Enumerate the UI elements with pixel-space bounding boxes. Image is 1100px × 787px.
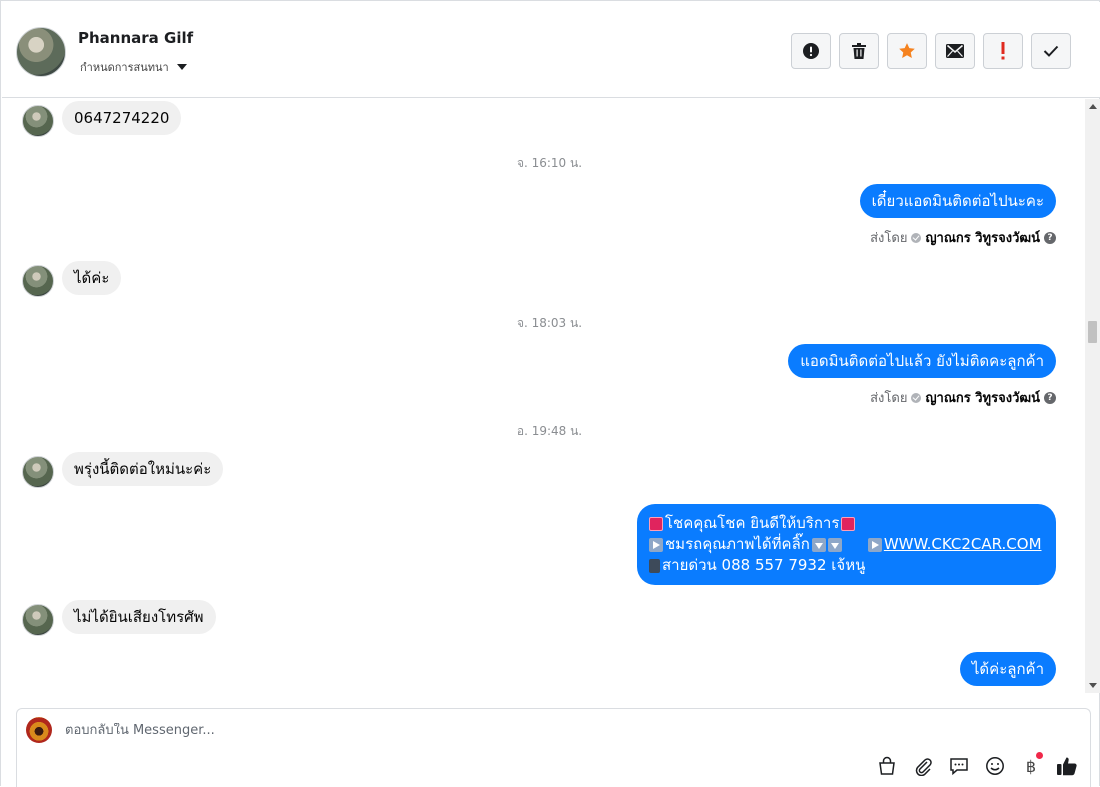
conversation-setting-dropdown[interactable]: กำหนดการสนทนา xyxy=(80,58,187,76)
payment-button[interactable]: ฿ xyxy=(1020,752,1043,777)
promo-text-2: ชมรถคุณภาพได้ที่คลิ๊ก xyxy=(665,535,810,553)
promo-text-3: สายด่วน 088 557 7932 เจ้หนู xyxy=(662,556,866,574)
play-emoji-icon xyxy=(867,537,882,552)
emoji-icon xyxy=(986,757,1004,775)
help-icon[interactable]: ? xyxy=(1044,391,1056,404)
notification-dot xyxy=(1036,752,1043,759)
attach-button[interactable] xyxy=(912,755,934,777)
like-button[interactable] xyxy=(1056,755,1078,777)
play-emoji-icon xyxy=(649,537,663,552)
caret-down-icon xyxy=(176,64,187,70)
incoming-message[interactable]: ไม่ได้ยินเสียงโทรศัพ xyxy=(62,600,216,634)
contact-avatar-small[interactable] xyxy=(22,456,54,488)
sparkle-emoji-icon xyxy=(841,516,856,531)
conversation-header: Phannara Gilf กำหนดการสนทนา xyxy=(2,2,1100,98)
reply-input[interactable] xyxy=(65,723,965,738)
inbox-conversation-panel: Phannara Gilf กำหนดการสนทนา 0647274220 จ… xyxy=(0,0,1100,787)
contact-avatar-small[interactable] xyxy=(22,265,54,297)
sent-by-prefix: ส่งโดย xyxy=(870,231,908,246)
trash-icon xyxy=(852,43,866,59)
star-button[interactable] xyxy=(887,33,927,69)
incoming-message[interactable]: ได้ค่ะ xyxy=(62,261,122,295)
page-avatar xyxy=(26,717,52,743)
sender-name: ญาณกร วิทูรจงวัฒน์ xyxy=(925,391,1040,406)
spam-button[interactable] xyxy=(983,33,1023,69)
contact-avatar-small[interactable] xyxy=(22,604,54,636)
promo-line-1: โชคคุณโชค ยินดีให้บริการ xyxy=(649,513,1044,534)
sent-by-label: ส่งโดย ญาณกร วิทูรจงวัฒน์ ? xyxy=(870,227,1056,248)
mark-unread-button[interactable] xyxy=(935,33,975,69)
saved-replies-button[interactable] xyxy=(948,755,970,777)
incoming-message[interactable]: 0647274220 xyxy=(62,101,182,135)
phone-emoji-icon xyxy=(649,558,660,573)
star-icon xyxy=(899,43,915,58)
envelope-icon xyxy=(946,44,964,58)
checkmark-icon xyxy=(1043,45,1059,57)
scroll-down-arrow-icon[interactable] xyxy=(1089,683,1097,688)
shopping-bag-icon xyxy=(879,756,895,775)
paperclip-icon xyxy=(915,758,932,776)
down-arrow-emoji-icon xyxy=(827,537,842,552)
exclamation-icon xyxy=(1001,42,1005,60)
sparkle-emoji-icon xyxy=(649,516,663,531)
promo-line-3: สายด่วน 088 557 7932 เจ้หนู xyxy=(649,555,1044,576)
contact-avatar[interactable] xyxy=(16,27,66,77)
alert-circle-icon xyxy=(803,43,819,59)
message-scrollbar[interactable] xyxy=(1085,99,1100,693)
sent-by-prefix: ส่งโดย xyxy=(870,391,908,406)
incoming-message[interactable]: พรุ่งนี้ติดต่อใหม่นะค่ะ xyxy=(62,452,224,486)
promo-line-2: ชมรถคุณภาพได้ที่คลิ๊ก WWW.CKC2CAR.COM xyxy=(649,534,1044,555)
shopping-bag-button[interactable] xyxy=(876,755,898,777)
delete-button[interactable] xyxy=(839,33,879,69)
sent-by-label: ส่งโดย ญาณกร วิทูรจงวัฒน์ ? xyxy=(870,387,1056,408)
composer-toolbar: ฿ xyxy=(876,752,1078,777)
conversation-toolbar xyxy=(791,33,1071,69)
emoji-button[interactable] xyxy=(984,755,1006,777)
timestamp: จ. 18:03 น. xyxy=(516,316,583,330)
verified-check-icon xyxy=(911,232,922,243)
message-thread[interactable]: 0647274220 จ. 16:10 น. เดี๋ยวแอดมินติดต่… xyxy=(2,99,1085,693)
contact-name[interactable]: Phannara Gilf xyxy=(78,29,193,47)
timestamp: จ. 16:10 น. xyxy=(516,156,583,170)
reply-composer: ฿ xyxy=(16,708,1091,787)
sender-name: ญาณกร วิทูรจงวัฒน์ xyxy=(925,231,1040,246)
timestamp: อ. 19:48 น. xyxy=(516,424,583,438)
conversation-setting-label: กำหนดการสนทนา xyxy=(80,61,169,74)
saved-replies-icon xyxy=(950,758,968,776)
scroll-up-arrow-icon[interactable] xyxy=(1089,104,1097,109)
thumbs-up-icon xyxy=(1057,757,1077,776)
contact-avatar-small[interactable] xyxy=(22,105,54,137)
outgoing-message[interactable]: เดี๋ยวแอดมินติดต่อไปนะคะ xyxy=(859,184,1056,218)
outgoing-promo-message[interactable]: โชคคุณโชค ยินดีให้บริการ ชมรถคุณภาพได้ที… xyxy=(637,504,1056,585)
payment-icon: ฿ xyxy=(1025,756,1037,776)
report-button[interactable] xyxy=(791,33,831,69)
done-button[interactable] xyxy=(1031,33,1071,69)
down-arrow-emoji-icon xyxy=(811,537,826,552)
scroll-thumb[interactable] xyxy=(1088,321,1097,343)
help-icon[interactable]: ? xyxy=(1044,231,1056,244)
promo-text-1: โชคคุณโชค ยินดีให้บริการ xyxy=(665,514,840,532)
outgoing-message[interactable]: แอดมินติดต่อไปแล้ว ยังไม่ติดคะลูกค้า xyxy=(788,344,1056,378)
outgoing-message[interactable]: ได้ค่ะลูกค้า xyxy=(959,652,1056,686)
verified-check-icon xyxy=(911,392,922,403)
promo-link[interactable]: WWW.CKC2CAR.COM xyxy=(884,534,1042,555)
